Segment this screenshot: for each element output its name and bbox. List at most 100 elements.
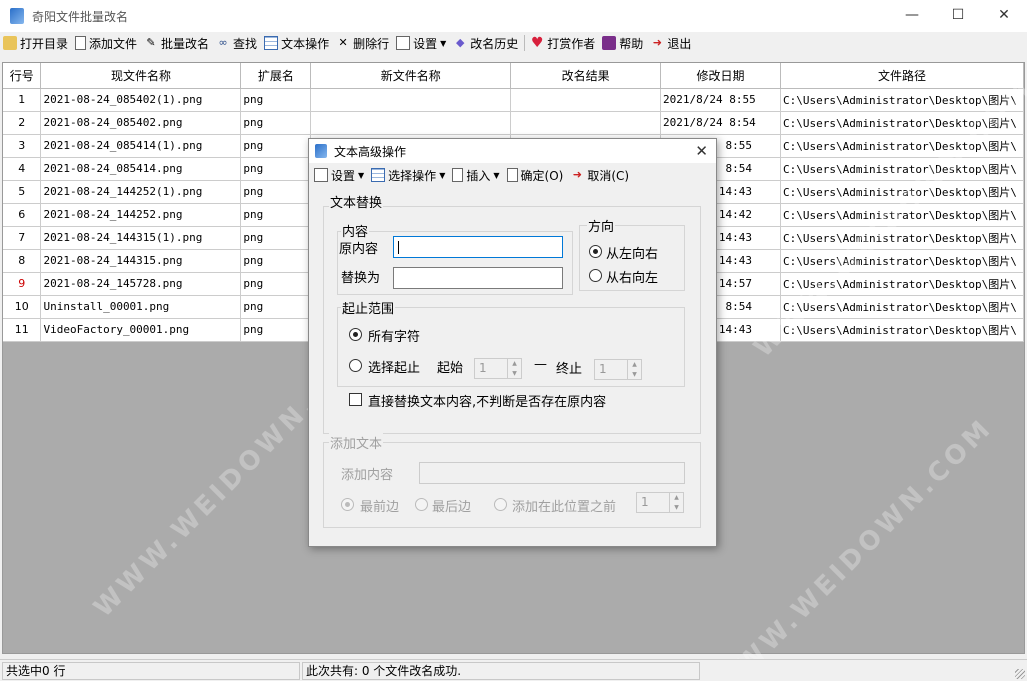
header-extension[interactable]: 扩展名 — [240, 63, 312, 89]
spinner-arrows-icon[interactable]: ▲ ▼ — [627, 360, 641, 379]
text-ops-button[interactable]: 文本操作 — [261, 33, 333, 53]
add-content-label: 添加内容 — [341, 468, 394, 483]
batch-rename-button[interactable]: ✎ 批量改名 — [141, 33, 213, 53]
app-icon — [10, 8, 24, 24]
exit-button[interactable]: ➜ 退出 — [647, 33, 695, 53]
all-chars-label[interactable]: 所有字符 — [368, 326, 420, 345]
open-dir-button[interactable]: 打开目录 — [0, 33, 72, 53]
text-cursor — [398, 241, 399, 254]
dialog-toolbar: 设置 ▼ 选择操作 ▼ 插入 ▼ 确定(O) ➜ 取消(C) — [309, 163, 716, 187]
right-to-left-label[interactable]: 从右向左 — [606, 267, 658, 286]
dialog-title: 文本高级操作 — [334, 144, 407, 159]
left-to-right-radio[interactable] — [589, 245, 602, 258]
original-label: 原内容 — [339, 242, 379, 257]
find-button[interactable]: ∞ 查找 — [213, 33, 261, 53]
add-content-input[interactable] — [419, 462, 685, 484]
main-toolbar: 打开目录 添加文件 ✎ 批量改名 ∞ 查找 文本操作 ✕ 删除行 设置 ▼ ◆ 改名历史 … — [0, 32, 1027, 54]
dropdown-caret-icon: ▼ — [358, 170, 365, 180]
start-spinner[interactable]: 1 ▲ ▼ — [474, 358, 522, 379]
grid-icon — [264, 36, 279, 50]
select-range-radio[interactable] — [349, 359, 362, 372]
history-button[interactable]: ◆ 改名历史 — [450, 33, 522, 53]
settings-button[interactable]: 设置 ▼ — [393, 33, 450, 53]
resize-grip-icon[interactable] — [1015, 669, 1025, 679]
direction-group-title: 方向 — [587, 216, 616, 235]
left-to-right-label[interactable]: 从左向右 — [606, 243, 658, 262]
position-spinner[interactable]: 1 ▲ ▼ — [636, 492, 684, 513]
direct-replace-label[interactable]: 直接替换文本内容,不判断是否存在原内容 — [368, 391, 606, 410]
delete-icon: ✕ — [338, 36, 348, 49]
header-row-number[interactable]: 行号 — [3, 63, 42, 89]
file-icon — [452, 168, 464, 182]
dialog-close-button[interactable]: ✕ — [695, 142, 708, 160]
dialog-app-icon — [315, 144, 327, 158]
spinner-arrows-icon[interactable]: ▲ ▼ — [507, 359, 521, 378]
heart-icon: ♥ — [531, 35, 544, 51]
header-current-name[interactable]: 现文件名称 — [40, 63, 242, 89]
select-op-button[interactable]: 选择操作 ▼ — [368, 165, 449, 185]
stack-icon: ◆ — [456, 36, 465, 49]
cancel-button[interactable]: ➜ 取消(C) — [567, 165, 633, 185]
replace-input[interactable] — [393, 267, 563, 289]
dropdown-caret-icon: ▼ — [439, 170, 446, 180]
dialog-settings-button[interactable]: 设置 ▼ — [311, 165, 368, 185]
dropdown-caret-icon: ▼ — [493, 170, 500, 180]
header-file-path[interactable]: 文件路径 — [780, 63, 1025, 89]
all-chars-radio[interactable] — [349, 328, 362, 341]
end-label: 终止 — [556, 362, 583, 377]
window-title: 奇阳文件批量改名 — [32, 9, 129, 24]
toolbar-separator — [524, 35, 526, 51]
edit-icon: ✎ — [146, 36, 156, 49]
minimize-button[interactable]: — — [889, 0, 935, 30]
header-modified-date[interactable]: 修改日期 — [660, 63, 781, 89]
add-group — [323, 442, 701, 528]
close-button[interactable]: ✕ — [981, 0, 1027, 30]
binoculars-icon: ∞ — [218, 36, 228, 49]
delete-row-button[interactable]: ✕ 删除行 — [333, 33, 393, 53]
maximize-button[interactable]: ☐ — [935, 0, 981, 30]
exit-icon: ➜ — [652, 36, 662, 49]
table-row[interactable]: 1 2021-08-24_085402(1).png png 2021/8/24 8:… — [3, 88, 1025, 112]
end-spinner[interactable]: 1 ▲ ▼ — [594, 359, 642, 380]
direct-replace-checkbox[interactable] — [349, 393, 362, 406]
ok-button[interactable]: 确定(O) — [504, 165, 568, 185]
at-back-label[interactable]: 最后边 — [432, 496, 471, 515]
file-icon — [75, 36, 87, 50]
right-to-left-radio[interactable] — [589, 269, 602, 282]
title-bar: 奇阳文件批量改名 — ☐ ✕ — [0, 0, 1027, 32]
range-group-title: 起止范围 — [341, 298, 396, 317]
at-position-label[interactable]: 添加在此位置之前 — [512, 496, 616, 515]
table-row[interactable]: 2 2021-08-24_085402.png png 2021/8/24 8:54 C… — [3, 111, 1025, 135]
help-book-icon — [602, 36, 617, 50]
at-position-radio[interactable] — [494, 498, 507, 511]
select-range-label[interactable]: 选择起止 — [368, 357, 420, 376]
grid-icon — [371, 168, 386, 182]
status-selected: 共选中0 行 — [2, 661, 300, 680]
add-file-button[interactable]: 添加文件 — [72, 33, 141, 53]
book-icon — [314, 168, 328, 182]
replace-label: 替换为 — [341, 271, 381, 286]
exit-icon: ➜ — [572, 168, 582, 181]
status-message: 此次共有: 0 个文件改名成功. — [302, 661, 700, 680]
replace-group-title: 文本替换 — [329, 192, 384, 211]
file-icon — [506, 168, 518, 182]
original-input[interactable] — [393, 236, 563, 258]
reward-button[interactable]: ♥ 打赏作者 — [527, 33, 599, 53]
text-advanced-dialog: 文本高级操作 ✕ 设置 ▼ 选择操作 ▼ 插入 ▼ 确定(O) ➜ 取消(C) 文本替换… — [308, 138, 717, 547]
dropdown-caret-icon: ▼ — [440, 38, 447, 48]
insert-button[interactable]: 插入 ▼ — [449, 165, 503, 185]
header-rename-result[interactable]: 改名结果 — [510, 63, 661, 89]
start-label: 起始 — [437, 361, 464, 376]
header-new-name[interactable]: 新文件名称 — [310, 63, 512, 89]
spinner-arrows-icon[interactable]: ▲ ▼ — [669, 493, 683, 512]
at-front-label[interactable]: 最前边 — [360, 496, 399, 515]
folder-icon — [3, 36, 17, 50]
range-dash: — — [534, 357, 547, 372]
watermark: WWW.WEIDOWN.COM — [708, 412, 999, 681]
help-button[interactable]: 帮助 — [599, 33, 647, 53]
status-bar: 共选中0 行 此次共有: 0 个文件改名成功. — [0, 659, 1027, 681]
dialog-title-bar: 文本高级操作 ✕ — [309, 139, 716, 163]
at-front-radio[interactable] — [341, 498, 354, 511]
at-back-radio[interactable] — [415, 498, 428, 511]
add-group-title: 添加文本 — [329, 433, 384, 452]
